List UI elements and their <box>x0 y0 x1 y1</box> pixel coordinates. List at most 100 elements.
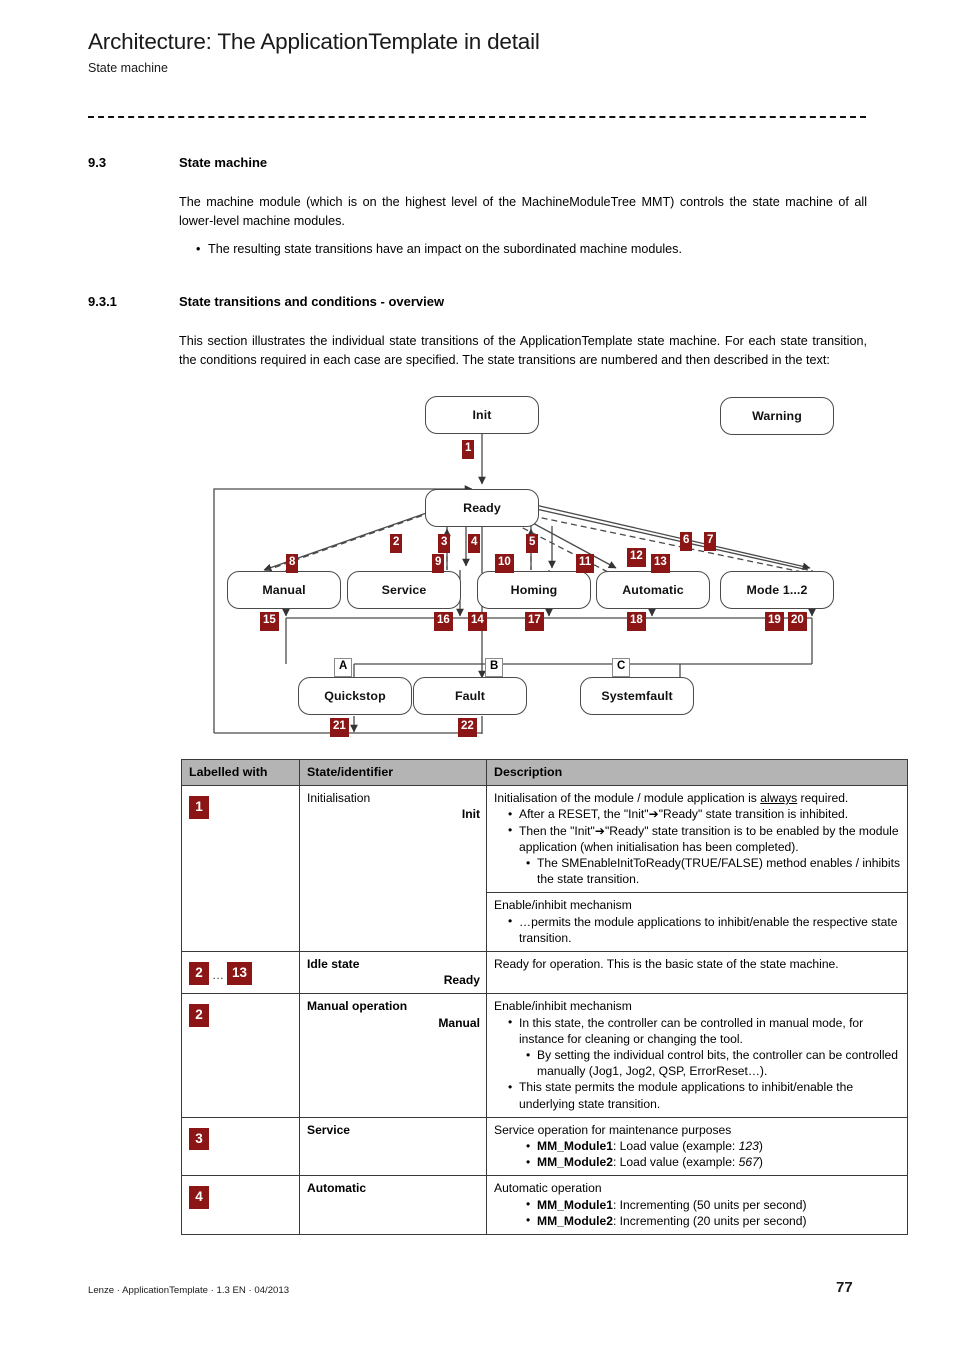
module-name: MM_Module1 <box>537 1197 613 1212</box>
state-node-fault[interactable]: Fault <box>413 677 527 715</box>
state-name: Service <box>307 1122 351 1137</box>
table-row: 3 Service Service operation for maintena… <box>181 1116 908 1177</box>
transition-tag-6: 6 <box>680 532 693 551</box>
state-node-service[interactable]: Service <box>347 571 461 609</box>
transition-tag-9: 9 <box>432 554 445 573</box>
state-identifier: Init <box>461 807 480 822</box>
section-9-3-1-paragraph: This section illustrates the individual … <box>179 334 867 367</box>
cell-description-2: Ready for operation. This is the basic s… <box>486 951 908 995</box>
row-tag-badge: 4 <box>189 1186 209 1209</box>
desc-bullets: After a RESET, the "Init"➔"Ready" state … <box>494 806 901 887</box>
transition-tag-17: 17 <box>525 612 544 631</box>
desc-lead: Automatic operation <box>494 1181 602 1196</box>
desc-underlined-word: always <box>760 791 798 806</box>
desc-bullets: In this state, the controller can be con… <box>494 1014 901 1112</box>
bullet-text: The resulting state transitions have an … <box>208 242 682 256</box>
transition-tag-22: 22 <box>458 718 477 737</box>
example-value: 123 <box>738 1139 759 1154</box>
row-tag-badge-second: 13 <box>227 962 253 985</box>
state-node-automatic-label: Automatic <box>622 583 684 597</box>
transition-tag-15: 15 <box>260 612 279 631</box>
cell-tag-1: 1 <box>181 785 300 953</box>
letter-tag-c: C <box>612 658 631 677</box>
desc-lead: Service operation for maintenance purpos… <box>494 1122 732 1137</box>
column-header-state-identifier: State/identifier <box>299 758 487 787</box>
cell-tag-2: 2 <box>181 993 300 1118</box>
cell-tag-2-13: 2… 13 <box>181 951 300 995</box>
page-number: 77 <box>836 1279 853 1296</box>
section-9-3-bullet: • The resulting state transitions have an… <box>196 240 866 259</box>
cell-description-1b: Enable/inhibit mechanism …permits the mo… <box>486 892 908 953</box>
state-node-systemfault[interactable]: Systemfault <box>580 677 694 715</box>
section-title-9-3-1: State transitions and conditions - overv… <box>179 294 445 309</box>
letter-tag-b: B <box>485 658 504 677</box>
desc-bullet: MM_Module1: Load value (example: 123) <box>526 1138 901 1154</box>
tag-separator: … <box>212 968 224 983</box>
cell-description-3: Enable/inhibit mechanism In this state, … <box>486 993 908 1118</box>
cell-description-1: Initialisation of the module / module ap… <box>486 785 908 894</box>
desc-bullets: …permits the module applications to inhi… <box>494 913 901 946</box>
state-node-init[interactable]: Init <box>425 396 539 434</box>
desc-bullet-text: : Load value (example: <box>612 1155 739 1170</box>
section-number-9-3-1: 9.3.1 <box>88 294 117 309</box>
module-name: MM_Module2 <box>537 1213 613 1228</box>
transition-tag-11: 11 <box>576 554 595 573</box>
desc-bullet-text: : Incrementing (50 units per second) <box>612 1197 807 1212</box>
transition-tag-4: 4 <box>468 534 481 553</box>
transition-tag-10: 10 <box>495 554 514 573</box>
state-transitions-table: Labelled with State/identifier Descripti… <box>181 758 908 1236</box>
cell-tag-4: 4 <box>181 1175 300 1236</box>
desc-bullet: The SMEnableInitToReady(TRUE/FALSE) meth… <box>526 855 901 887</box>
state-node-ready[interactable]: Ready <box>425 489 539 527</box>
table-row: 2 Manual operation Manual Enable/inhibit… <box>181 993 908 1118</box>
desc-bullet-text: : Load value (example: <box>612 1139 739 1154</box>
state-name: Idle state <box>307 957 360 972</box>
desc-lead: Enable/inhibit mechanism <box>494 999 632 1014</box>
desc-bullet: MM_Module1: Incrementing (50 units per s… <box>526 1196 901 1213</box>
state-node-systemfault-label: Systemfault <box>601 689 673 703</box>
cell-description-4: Service operation for maintenance purpos… <box>486 1116 908 1177</box>
transition-tag-14: 14 <box>468 612 487 631</box>
state-node-homing[interactable]: Homing <box>477 571 591 609</box>
desc-lead: Initialisation of the module / module ap… <box>494 791 849 806</box>
section-number-9-3: 9.3 <box>88 155 107 170</box>
transition-tag-21: 21 <box>330 718 349 737</box>
state-node-fault-label: Fault <box>454 689 486 703</box>
transition-tag-20: 20 <box>788 612 807 631</box>
state-node-automatic[interactable]: Automatic <box>596 571 710 609</box>
state-node-mode12[interactable]: Mode 1...2 <box>720 571 834 609</box>
state-node-quickstop[interactable]: Quickstop <box>298 677 412 715</box>
desc-bullet-tail: ) <box>758 1139 763 1154</box>
state-node-ready-label: Ready <box>463 501 501 515</box>
desc-bullets: MM_Module1: Load value (example: 123) MM… <box>494 1138 901 1171</box>
state-node-warning[interactable]: Warning <box>720 397 834 435</box>
state-node-manual-label: Manual <box>262 583 306 597</box>
module-name: MM_Module1 <box>537 1139 613 1154</box>
transition-tag-16: 16 <box>434 612 453 631</box>
column-header-labelled-with: Labelled with <box>181 758 300 787</box>
transition-tag-7: 7 <box>704 532 717 551</box>
transition-tag-3: 3 <box>438 534 451 553</box>
cell-tag-3: 3 <box>181 1116 300 1177</box>
transition-tag-18: 18 <box>627 612 646 631</box>
state-node-manual[interactable]: Manual <box>227 571 341 609</box>
desc-bullet: By setting the individual control bits, … <box>526 1047 901 1079</box>
cell-state-manual: Manual operation Manual <box>299 993 487 1118</box>
desc-bullets: MM_Module1: Incrementing (50 units per s… <box>494 1196 901 1229</box>
transition-tag-2: 2 <box>390 534 403 553</box>
transition-tag-8: 8 <box>286 554 299 573</box>
module-name: MM_Module2 <box>537 1155 613 1170</box>
state-identifier: Manual <box>438 1015 480 1030</box>
state-node-init-label: Init <box>472 408 492 422</box>
state-node-homing-label: Homing <box>510 583 558 597</box>
page-title: Architecture: The ApplicationTemplate in… <box>88 29 540 54</box>
transition-tag-12: 12 <box>627 548 646 567</box>
table-row: 4 Automatic Automatic operation MM_Modul… <box>181 1175 908 1236</box>
state-name: Automatic <box>307 1181 367 1196</box>
desc-bullet: After a RESET, the "Init"➔"Ready" state … <box>508 806 901 822</box>
table-row: 2… 13 Idle state Ready Ready for operatio… <box>181 951 908 995</box>
desc-lead: Ready for operation. This is the basic s… <box>494 957 839 972</box>
desc-bullet-tail: ) <box>758 1155 763 1170</box>
state-name: Manual operation <box>307 999 408 1014</box>
transition-tag-1: 1 <box>462 440 475 459</box>
